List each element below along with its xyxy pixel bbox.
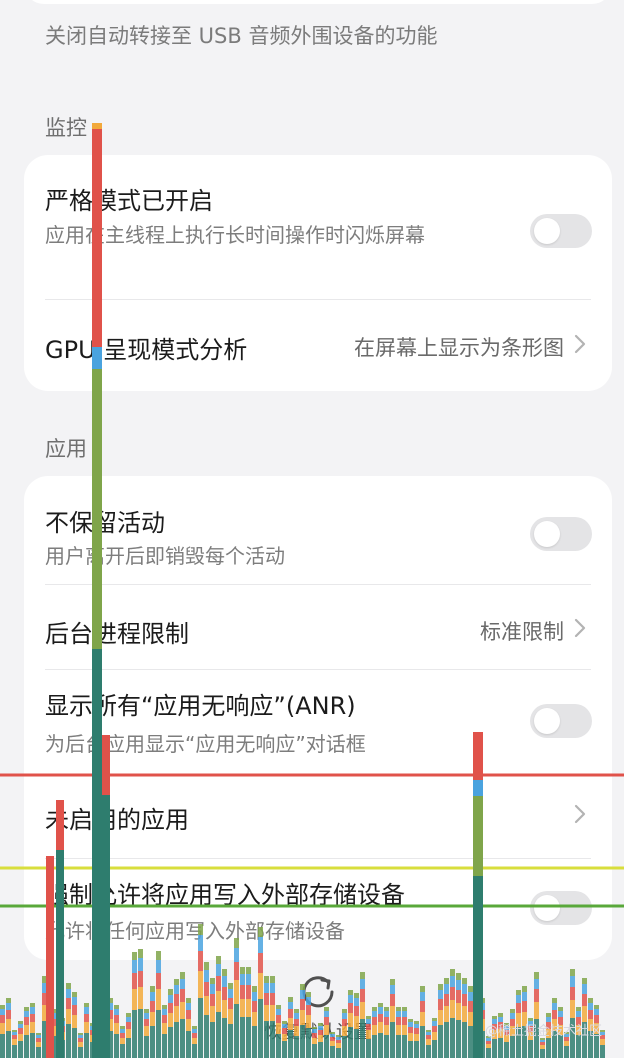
dont-keep-activities-subtitle: 用户离开后即销毁每个活动 (45, 544, 285, 568)
reset-defaults-button[interactable]: 恢复默认设置 (0, 960, 624, 1058)
chevron-right-icon (574, 618, 586, 638)
watermark: @稀土掘金技术社区 (484, 1024, 602, 1039)
inactive-apps-row[interactable]: 未启用的应用 (24, 774, 612, 858)
inactive-apps-title: 未启用的应用 (45, 806, 189, 834)
toggle-knob (534, 218, 560, 244)
force-external-storage-subtitle: 允许将任何应用写入外部存储设备 (45, 919, 345, 943)
chevron-right-icon (574, 334, 586, 354)
toggle-knob (534, 521, 560, 547)
top-card-edge (24, 0, 612, 4)
toggle-knob (534, 895, 560, 921)
show-all-anr-toggle[interactable] (530, 704, 592, 738)
dont-keep-activities-toggle[interactable] (530, 517, 592, 551)
gpu-profiling-title: GPU 呈现模式分析 (45, 336, 248, 364)
apps-card: 不保留活动 用户离开后即销毁每个活动 后台进程限制 标准限制 显示所有“应用无响… (24, 476, 612, 960)
gpu-profiling-row[interactable]: GPU 呈现模式分析 在屏幕上显示为条形图 (24, 300, 612, 391)
strict-mode-toggle[interactable] (530, 214, 592, 248)
background-limit-row[interactable]: 后台进程限制 标准限制 (24, 585, 612, 669)
show-all-anr-row[interactable]: 显示所有“应用无响应”(ANR) 为后台应用显示“应用无响应”对话框 (24, 670, 612, 774)
reset-icon (302, 976, 334, 1008)
gpu-bar-orange (92, 123, 102, 129)
monitoring-card: 严格模式已开启 应用在主线程上执行长时间操作时闪烁屏幕 GPU 呈现模式分析 在… (24, 155, 612, 391)
strict-mode-subtitle: 应用在主线程上执行长时间操作时闪烁屏幕 (45, 223, 425, 247)
toggle-knob (534, 708, 560, 734)
gpu-profiling-value: 在屏幕上显示为条形图 (354, 336, 564, 360)
show-all-anr-subtitle: 为后台应用显示“应用无响应”对话框 (45, 732, 366, 756)
force-external-storage-row[interactable]: 强制允许将应用写入外部存储设备 允许将任何应用写入外部存储设备 (24, 859, 612, 960)
section-label-monitoring: 监控 (45, 116, 87, 140)
dont-keep-activities-row[interactable]: 不保留活动 用户离开后即销毁每个活动 (24, 476, 612, 584)
force-external-storage-toggle[interactable] (530, 891, 592, 925)
background-limit-value: 标准限制 (480, 620, 564, 644)
dont-keep-activities-title: 不保留活动 (45, 509, 165, 537)
chevron-right-icon (574, 804, 586, 824)
show-all-anr-title: 显示所有“应用无响应”(ANR) (45, 692, 356, 720)
strict-mode-row[interactable]: 严格模式已开启 应用在主线程上执行长时间操作时闪烁屏幕 (24, 155, 612, 299)
usb-audio-description: 关闭自动转接至 USB 音频外围设备的功能 (45, 24, 438, 48)
strict-mode-title: 严格模式已开启 (45, 187, 213, 215)
section-label-apps: 应用 (45, 437, 87, 461)
background-limit-title: 后台进程限制 (45, 620, 189, 648)
force-external-storage-title: 强制允许将应用写入外部存储设备 (45, 881, 405, 909)
